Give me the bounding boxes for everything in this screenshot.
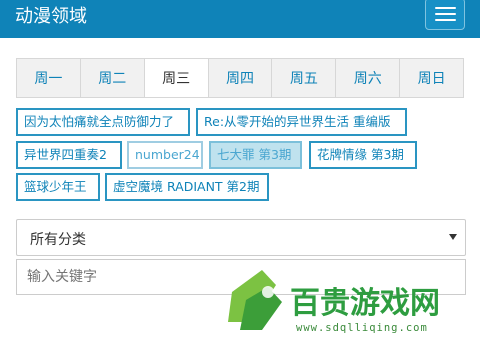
anime-tag[interactable]: 异世界四重奏2	[16, 141, 122, 169]
anime-tag[interactable]: number24	[127, 141, 203, 169]
menu-toggle-button[interactable]	[425, 0, 465, 30]
dropdown-caret-icon	[449, 234, 457, 240]
tab-saturday[interactable]: 周六	[336, 59, 401, 97]
top-navbar: 动漫领域	[0, 0, 480, 38]
tab-friday[interactable]: 周五	[272, 59, 337, 97]
tab-wednesday[interactable]: 周三	[144, 59, 209, 97]
tab-sunday[interactable]: 周日	[400, 59, 463, 97]
anime-tag[interactable]: 篮球少年王	[16, 173, 100, 201]
anime-tag[interactable]: Re:从零开始的异世界生活 重编版	[196, 108, 407, 136]
tab-tuesday[interactable]: 周二	[81, 59, 145, 97]
tab-thursday[interactable]: 周四	[209, 59, 273, 97]
brand-title[interactable]: 动漫领域	[15, 4, 87, 30]
keyword-search-input[interactable]	[16, 259, 466, 295]
weekday-tabs: 周一 周二 周三 周四 周五 周六 周日	[16, 58, 464, 98]
tab-monday[interactable]: 周一	[17, 59, 81, 97]
category-selected-value: 所有分类	[30, 232, 86, 248]
anime-tag[interactable]: 七大罪 第3期	[209, 141, 302, 169]
anime-tag[interactable]: 花牌情缘 第3期	[309, 141, 417, 169]
anime-tag[interactable]: 虚空魔境 RADIANT 第2期	[105, 173, 269, 201]
category-select[interactable]: 所有分类	[16, 219, 466, 256]
anime-tag[interactable]: 因为太怕痛就全点防御力了	[16, 108, 190, 136]
watermark-url: www.sdqlliqing.com	[296, 322, 428, 334]
